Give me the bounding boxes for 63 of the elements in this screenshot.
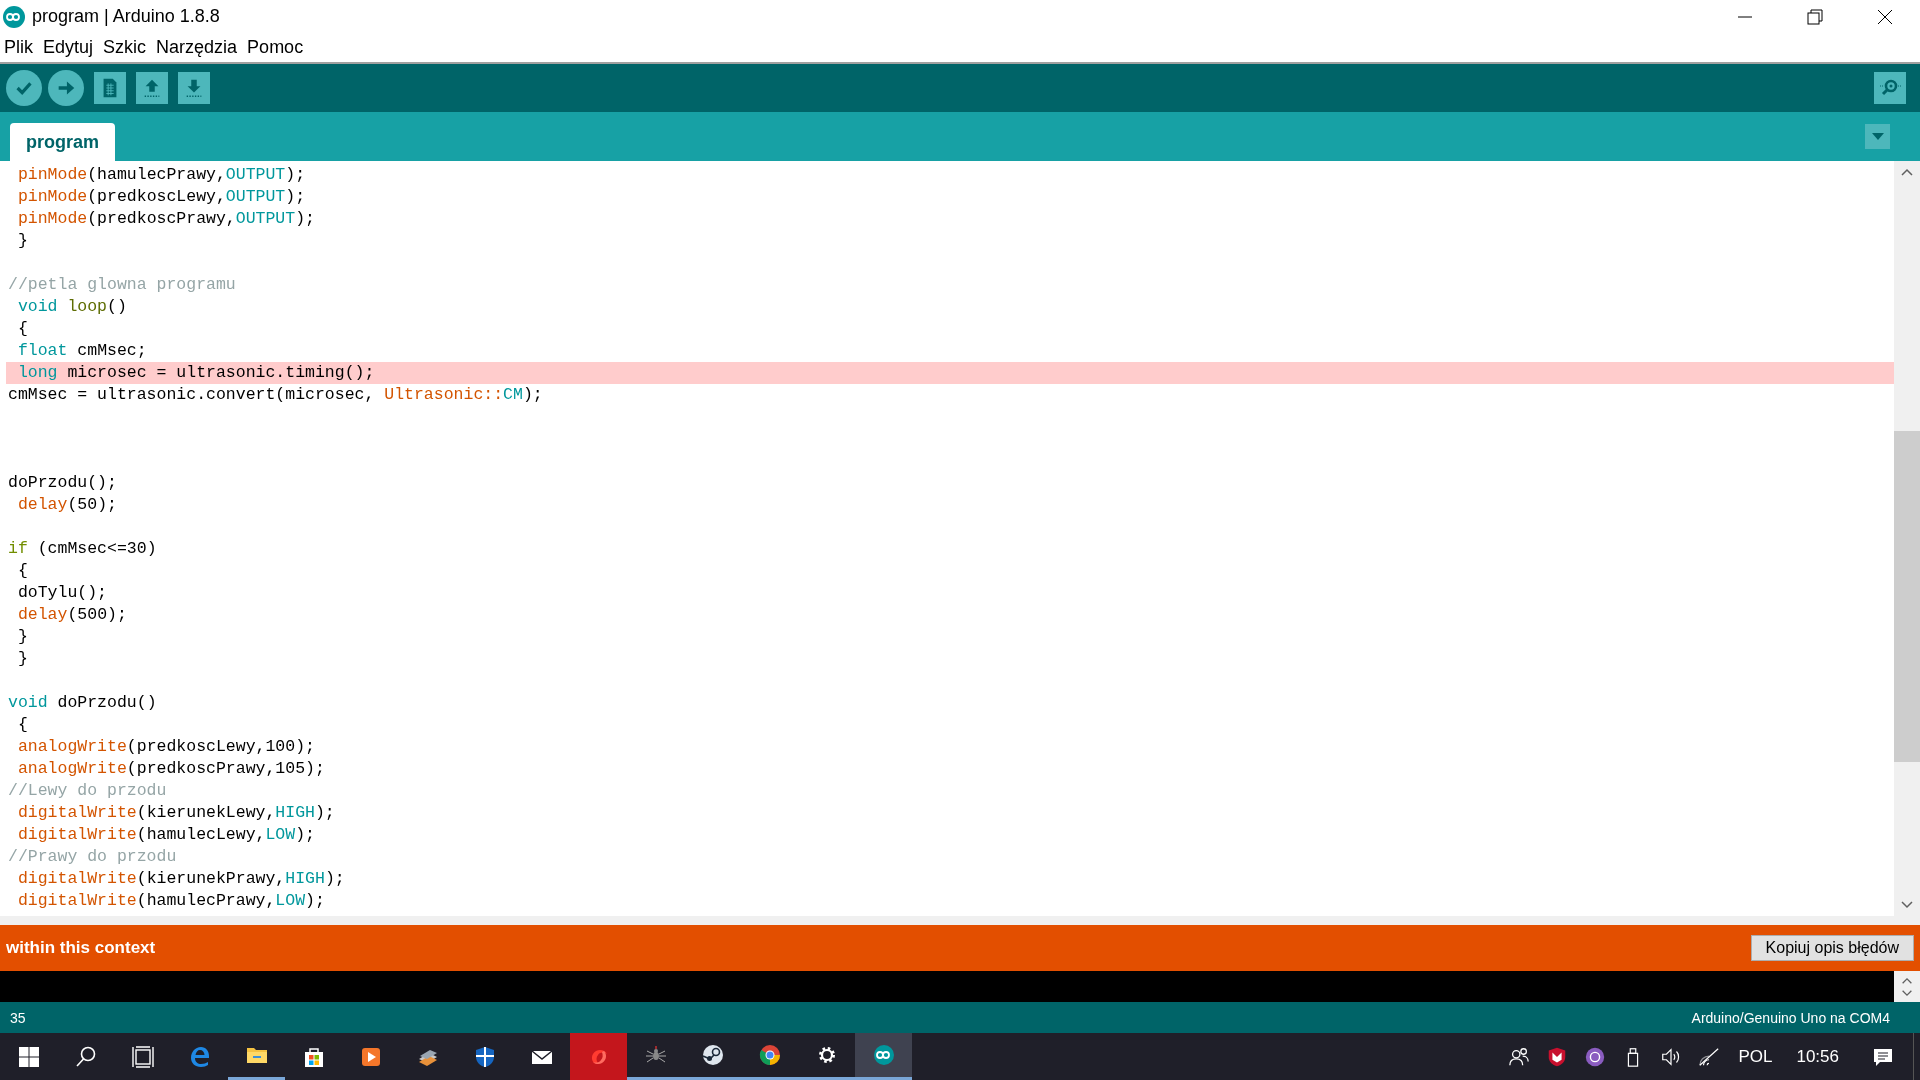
code-line: pinMode(hamulecPrawy,OUTPUT); bbox=[16, 164, 307, 186]
code-line: } bbox=[16, 626, 29, 648]
infinity-icon bbox=[871, 1043, 896, 1067]
line-number: 35 bbox=[10, 1009, 26, 1026]
upload-button[interactable] bbox=[48, 70, 84, 106]
window-title: program | Arduino 1.8.8 bbox=[32, 6, 220, 27]
code-line: { bbox=[16, 714, 29, 736]
search-icon bbox=[73, 1044, 98, 1069]
code-line: digitalWrite(hamulecLewy,LOW); bbox=[16, 824, 316, 846]
code-line: float cmMsec; bbox=[16, 340, 148, 362]
code-line: if (cmMsec<=30) bbox=[7, 538, 158, 560]
save-button[interactable] bbox=[178, 72, 210, 104]
code-line: pinMode(predkoscLewy,OUTPUT); bbox=[16, 186, 307, 208]
code-line: //petla glowna programu bbox=[7, 274, 237, 296]
code-line: delay(50); bbox=[16, 494, 118, 516]
taskbar-button[interactable] bbox=[855, 1033, 912, 1080]
code-line: } bbox=[16, 230, 29, 252]
windows-logo-icon bbox=[16, 1044, 41, 1069]
caret-icon bbox=[1871, 133, 1884, 140]
code-line: delay(500); bbox=[16, 604, 128, 626]
code-line: void loop() bbox=[16, 296, 128, 318]
minimize-icon bbox=[1738, 15, 1752, 18]
code-line: { bbox=[16, 318, 29, 340]
board-port-label: Arduino/Genuino Uno na COM4 bbox=[1691, 1009, 1890, 1026]
sketch-tab[interactable]: program bbox=[10, 123, 115, 161]
task-view-icon bbox=[130, 1044, 155, 1069]
code-line: pinMode(predkoscPrawy,OUTPUT); bbox=[16, 208, 316, 230]
wifi-icon[interactable] bbox=[1698, 1045, 1721, 1068]
copy-errors-button[interactable]: Kopiuj opis błędów bbox=[1750, 935, 1914, 961]
menu-item[interactable]: Edytuj bbox=[43, 37, 94, 58]
chrome-icon bbox=[757, 1043, 782, 1067]
code-line: analogWrite(predkoscLewy,100); bbox=[16, 736, 316, 758]
vertical-scrollbar[interactable] bbox=[1894, 161, 1920, 916]
code-line: } bbox=[16, 648, 29, 670]
people-icon[interactable] bbox=[1508, 1045, 1531, 1068]
error-message: within this context bbox=[6, 938, 156, 958]
console-scrollbar[interactable] bbox=[1894, 971, 1920, 1002]
menu-item[interactable]: Narzędzia bbox=[156, 37, 238, 58]
scroll-thumb[interactable] bbox=[1894, 431, 1920, 762]
code-line: //Prawy do przodu bbox=[7, 846, 178, 868]
code-line: digitalWrite(kierunekLewy,HIGH); bbox=[16, 802, 336, 824]
input-language[interactable]: POL bbox=[1738, 1046, 1773, 1067]
code-line: cmMsec = ultrasonic.convert(microsec, Ultrasonic::CM); bbox=[7, 384, 544, 406]
code-line: //Lewy do przodu bbox=[7, 780, 168, 802]
code-line: digitalWrite(kierunekPrawy,HIGH); bbox=[16, 868, 346, 890]
code-line: void doPrzodu() bbox=[7, 692, 158, 714]
menu-item[interactable]: Plik bbox=[4, 37, 33, 58]
menu-item[interactable]: Szkic bbox=[103, 37, 147, 58]
new-sketch-button[interactable] bbox=[94, 72, 126, 104]
code-line: { bbox=[16, 560, 29, 582]
clock[interactable]: 10:56 bbox=[1796, 1046, 1839, 1067]
open-button[interactable] bbox=[136, 72, 168, 104]
tab-menu-button[interactable] bbox=[1865, 124, 1890, 149]
code-line: digitalWrite(hamulecPrawy,LOW); bbox=[16, 890, 326, 912]
gog-icon[interactable] bbox=[1584, 1045, 1607, 1068]
menu-item[interactable]: Pomoc bbox=[247, 37, 304, 58]
serial-monitor-button[interactable] bbox=[1874, 72, 1906, 104]
code-line: doPrzodu(); bbox=[7, 472, 118, 494]
steam-icon bbox=[700, 1043, 725, 1067]
code-line: doTylu(); bbox=[16, 582, 109, 604]
verify-button[interactable] bbox=[6, 70, 42, 106]
code-line: analogWrite(predkoscPrawy,105); bbox=[16, 758, 326, 780]
restore-icon bbox=[1805, 6, 1825, 27]
